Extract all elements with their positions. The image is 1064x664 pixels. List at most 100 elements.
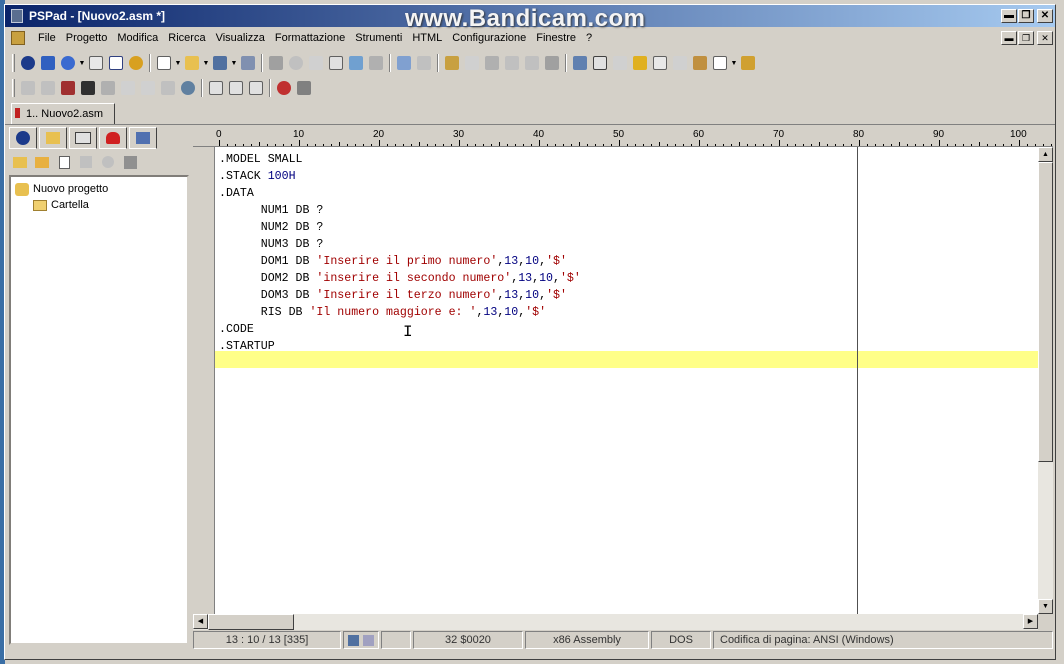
undo-icon[interactable] (502, 53, 522, 73)
toolbar-grip[interactable] (12, 79, 15, 97)
clipboard-icon[interactable] (86, 53, 106, 73)
color-icon[interactable] (58, 78, 78, 98)
status-encoding[interactable]: Codifica di pagina: ANSI (Windows) (713, 631, 1053, 649)
bookmark-icon[interactable] (542, 53, 562, 73)
app-icon[interactable] (11, 9, 23, 23)
panel-tab-favorites[interactable] (99, 127, 127, 149)
panel-tab-project[interactable] (9, 127, 37, 149)
play-macro-icon[interactable] (294, 78, 314, 98)
menu-visualizza[interactable]: Visualizza (211, 32, 270, 44)
tree-item-root[interactable]: Nuovo progetto (15, 181, 108, 197)
outdent-icon[interactable] (38, 78, 58, 98)
save-all-icon[interactable] (238, 53, 258, 73)
code-line[interactable]: DOM2 DB 'inserire il secondo numero',13,… (219, 270, 581, 287)
replace-icon[interactable] (306, 53, 326, 73)
code-line[interactable]: NUM3 DB ? (219, 236, 324, 253)
table-icon[interactable] (650, 53, 670, 73)
scroll-left-icon[interactable]: ◀ (193, 614, 208, 629)
wrap-state-icon[interactable] (363, 634, 374, 646)
vertical-scroll-thumb[interactable] (1038, 162, 1053, 462)
code-line[interactable]: NUM1 DB ? (219, 202, 324, 219)
indent-icon[interactable] (18, 78, 38, 98)
redo-icon[interactable] (522, 53, 542, 73)
block-icon[interactable] (206, 78, 226, 98)
doc-minimize-button[interactable]: ▬ (1001, 31, 1017, 45)
save-icon[interactable] (210, 53, 230, 73)
project-icon[interactable] (18, 53, 38, 73)
menu-finestre[interactable]: Finestre (531, 32, 581, 44)
print-icon[interactable] (414, 53, 434, 73)
chevron-down-icon[interactable]: ▼ (174, 60, 182, 67)
code-line[interactable]: DOM3 DB 'Inserire il terzo numero',13,10… (219, 287, 567, 304)
menu-ricerca[interactable]: Ricerca (163, 32, 210, 44)
open-project-icon[interactable] (38, 53, 58, 73)
restore-button[interactable]: ❐ (1018, 9, 1034, 23)
scroll-up-icon[interactable]: ▲ (1038, 147, 1053, 162)
search-icon[interactable] (286, 53, 306, 73)
add-folder-icon[interactable] (11, 153, 29, 171)
comment-icon[interactable] (158, 78, 178, 98)
spell-icon[interactable] (710, 53, 730, 73)
preview-icon[interactable] (326, 53, 346, 73)
status-syntax[interactable]: x86 Assembly (525, 631, 649, 649)
chevron-down-icon[interactable]: ▼ (230, 60, 238, 67)
refresh-icon[interactable] (99, 153, 117, 171)
case-icon[interactable] (138, 78, 158, 98)
menu-html[interactable]: HTML (407, 32, 447, 44)
code-editor[interactable]: .MODEL SMALL .STACK 100H .DATA NUM1 DB ? N… (215, 147, 1038, 614)
title-bar[interactable]: PSPad - [Nuovo2.asm *] www.Bandicam.com … (5, 5, 1055, 32)
panel-tab-ftp[interactable] (69, 127, 97, 149)
sync-icon[interactable] (346, 53, 366, 73)
horizontal-scroll-thumb[interactable] (208, 614, 294, 630)
web-icon[interactable] (178, 78, 198, 98)
horizontal-scrollbar[interactable]: ◀ ▶ (193, 614, 1038, 630)
save-state-icon[interactable] (348, 634, 359, 646)
pilcrow-icon[interactable] (590, 53, 610, 73)
settings-icon[interactable] (126, 53, 146, 73)
new-file-icon[interactable] (154, 53, 174, 73)
menu-modifica[interactable]: Modifica (112, 32, 163, 44)
code-line[interactable]: .MODEL SMALL (219, 151, 303, 168)
code-line[interactable]: RIS DB 'Il numero maggiore e: ',13,10,'$… (219, 304, 546, 321)
menu-strumenti[interactable]: Strumenti (350, 32, 407, 44)
panel-tab-files[interactable] (39, 127, 67, 149)
exit-icon[interactable] (366, 53, 386, 73)
code-line[interactable]: DOM1 DB 'Inserire il primo numero',13,10… (219, 253, 567, 270)
doc-restore-button[interactable]: ❐ (1018, 31, 1034, 45)
open-folder-icon[interactable] (182, 53, 202, 73)
html-table-icon[interactable] (98, 78, 118, 98)
save-project-icon[interactable] (58, 53, 78, 73)
toolbar-grip[interactable] (12, 54, 15, 72)
code-line[interactable]: .DATA (219, 185, 254, 202)
paste-icon[interactable] (482, 53, 502, 73)
doc-close-button[interactable]: ✕ (1037, 31, 1053, 45)
vertical-scrollbar[interactable]: ▲ ▼ (1038, 147, 1053, 614)
export-icon[interactable] (77, 153, 95, 171)
open-folder-icon[interactable] (33, 153, 51, 171)
wrap-icon[interactable] (570, 53, 590, 73)
tree-item-folder[interactable]: Cartella (33, 197, 89, 213)
properties-icon[interactable] (266, 53, 286, 73)
editor-gutter[interactable] (193, 147, 215, 614)
highlight-icon[interactable] (630, 53, 650, 73)
minimize-button[interactable]: ▬ (1001, 9, 1017, 23)
char-icon[interactable] (118, 78, 138, 98)
menu-file[interactable]: File (33, 32, 61, 44)
record-macro-icon[interactable] (274, 78, 294, 98)
chevron-down-icon[interactable]: ▼ (730, 60, 738, 67)
print-preview-icon[interactable] (394, 53, 414, 73)
file-icon[interactable] (55, 153, 73, 171)
code-line[interactable]: .STACK 100H (219, 168, 296, 185)
scroll-right-icon[interactable]: ▶ (1023, 614, 1038, 629)
frame-icon[interactable] (246, 78, 266, 98)
grid-icon[interactable] (78, 78, 98, 98)
tools-icon[interactable] (121, 153, 139, 171)
pin-icon[interactable] (738, 53, 758, 73)
menu-configurazione[interactable]: Configurazione (447, 32, 531, 44)
tab-nuovo2-asm[interactable]: 1.. Nuovo2.asm (11, 103, 115, 124)
menu-progetto[interactable]: Progetto (61, 32, 113, 44)
menu-help[interactable]: ? (581, 32, 597, 44)
code-line[interactable]: NUM2 DB ? (219, 219, 324, 236)
tag-icon[interactable] (226, 78, 246, 98)
lock-icon[interactable] (690, 53, 710, 73)
